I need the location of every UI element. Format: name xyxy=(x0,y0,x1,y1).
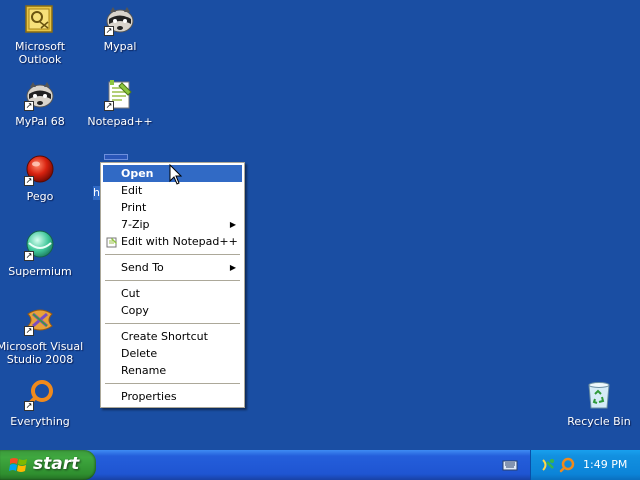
desktop-icon-label: Recycle Bin xyxy=(567,415,631,428)
menu-item-print[interactable]: Print xyxy=(103,199,242,216)
menu-item-label: 7-Zip xyxy=(121,218,150,231)
desktop-icon-label: Microsoft Outlook xyxy=(14,40,66,66)
tray-everything-search-icon[interactable] xyxy=(559,457,575,473)
shortcut-arrow-icon: ↗ xyxy=(104,101,114,111)
notepadpp-small-icon xyxy=(106,236,118,248)
shortcut-arrow-icon: ↗ xyxy=(24,176,34,186)
desktop-icon-mypal-68[interactable]: ↗ MyPal 68 xyxy=(0,79,80,128)
menu-item-edit-with-notepadpp[interactable]: Edit with Notepad++ xyxy=(103,233,242,250)
submenu-arrow-icon: ▶ xyxy=(229,263,236,272)
shortcut-arrow-icon: ↗ xyxy=(24,326,34,336)
shortcut-arrow-icon: ↗ xyxy=(24,101,34,111)
desktop-icon-pego[interactable]: ↗ Pego xyxy=(0,154,80,203)
menu-item-label: Send To xyxy=(121,261,164,274)
menu-separator xyxy=(105,383,240,384)
menu-separator xyxy=(105,280,240,281)
desktop-icon-recycle-bin[interactable]: Recycle Bin xyxy=(559,379,639,428)
menu-item-label: Edit xyxy=(121,184,143,197)
selected-icon-graphic xyxy=(104,154,128,160)
desktop-icon-label: Microsoft Visual Studio 2008 xyxy=(0,340,84,366)
desktop-icon-label: MyPal 68 xyxy=(15,115,65,128)
mouse-cursor-icon xyxy=(169,163,183,186)
menu-item-label: Copy xyxy=(121,304,149,317)
menu-separator xyxy=(105,323,240,324)
menu-separator xyxy=(105,254,240,255)
start-button[interactable]: start xyxy=(0,450,96,480)
desktop-icon-label: Notepad++ xyxy=(87,115,153,128)
notepadpp-icon: ↗ xyxy=(104,79,136,111)
menu-item-cut[interactable]: Cut xyxy=(103,285,242,302)
desktop-icon-microsoft-outlook[interactable]: Microsoft Outlook xyxy=(0,4,80,66)
taskbar: start 1:49 PM xyxy=(0,450,640,480)
menu-item-label: Create Shortcut xyxy=(121,330,208,343)
menu-item-send-to[interactable]: Send To ▶ xyxy=(103,259,242,276)
shortcut-arrow-icon: ↗ xyxy=(104,26,114,36)
menu-item-label: Rename xyxy=(121,364,167,377)
menu-item-label: Edit with Notepad++ xyxy=(121,235,238,248)
menu-item-create-shortcut[interactable]: Create Shortcut xyxy=(103,328,242,345)
shortcut-arrow-icon: ↗ xyxy=(24,251,34,261)
menu-item-label: Cut xyxy=(121,287,140,300)
submenu-arrow-icon: ▶ xyxy=(229,220,236,229)
system-tray: 1:49 PM xyxy=(530,450,640,480)
desktop-icon-label: Supermium xyxy=(8,265,72,278)
desktop-icon-everything[interactable]: ↗ Everything xyxy=(0,379,80,428)
desktop-icon-label: Pego xyxy=(26,190,54,203)
recycle-bin-icon xyxy=(583,379,615,411)
menu-item-rename[interactable]: Rename xyxy=(103,362,242,379)
menu-item-copy[interactable]: Copy xyxy=(103,302,242,319)
keyboard-language-icon[interactable] xyxy=(502,458,518,472)
outlook-icon xyxy=(24,4,56,36)
desktop-icon-label: Everything xyxy=(10,415,70,428)
desktop-icon-label: Mypal xyxy=(103,40,137,53)
pego-red-orb-icon: ↗ xyxy=(24,154,56,186)
menu-item-label: Print xyxy=(121,201,147,214)
supermium-icon: ↗ xyxy=(24,229,56,261)
visual-studio-icon: ↗ xyxy=(24,304,56,336)
shortcut-arrow-icon: ↗ xyxy=(24,401,34,411)
context-menu[interactable]: Open Edit Print 7-Zip ▶ Edit with Notepa… xyxy=(100,162,245,408)
mypal-raccoon-icon: ↗ xyxy=(24,79,56,111)
desktop-icon-notepadpp[interactable]: ↗ Notepad++ xyxy=(80,79,160,128)
desktop-icon-supermium[interactable]: ↗ Supermium xyxy=(0,229,80,278)
menu-item-properties[interactable]: Properties xyxy=(103,388,242,405)
menu-item-delete[interactable]: Delete xyxy=(103,345,242,362)
desktop[interactable]: Microsoft Outlook ↗ Mypal ↗ MyPal 68 ↗ N… xyxy=(0,0,640,450)
start-label: start xyxy=(33,454,80,474)
desktop-icon-visual-studio-2008[interactable]: ↗ Microsoft Visual Studio 2008 xyxy=(0,304,84,366)
clock[interactable]: 1:49 PM xyxy=(583,458,627,471)
menu-item-label: Open xyxy=(121,167,154,180)
tray-network-icon[interactable] xyxy=(540,457,556,473)
menu-item-7zip[interactable]: 7-Zip ▶ xyxy=(103,216,242,233)
menu-item-label: Properties xyxy=(121,390,177,403)
mypal-raccoon-icon: ↗ xyxy=(104,4,136,36)
windows-flag-icon xyxy=(9,456,28,474)
desktop-icon-mypal[interactable]: ↗ Mypal xyxy=(80,4,160,53)
menu-item-label: Delete xyxy=(121,347,158,360)
everything-search-icon: ↗ xyxy=(24,379,56,411)
